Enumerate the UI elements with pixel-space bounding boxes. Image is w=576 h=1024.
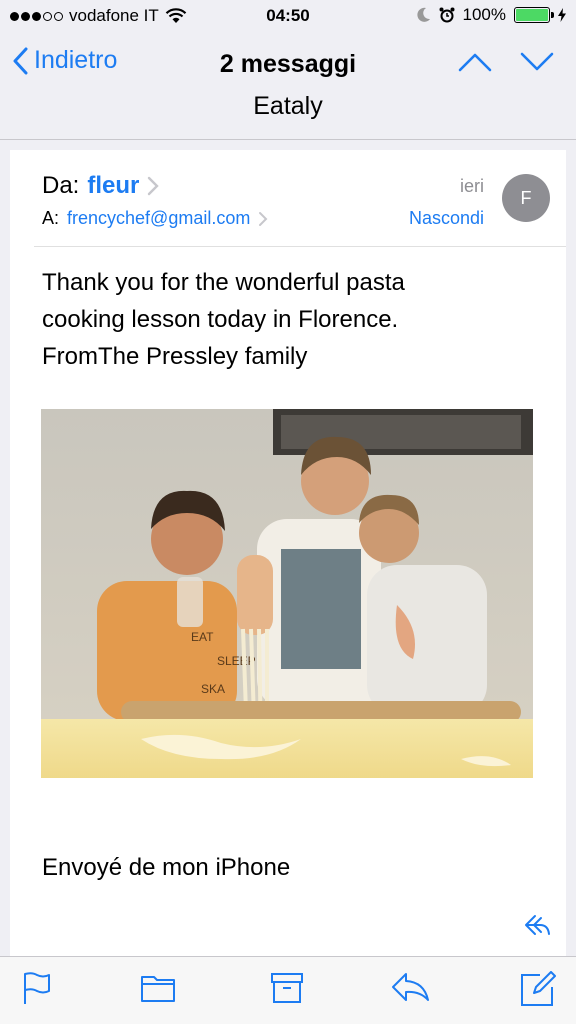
status-bar: vodafone IT 04:50 100% [0,0,576,34]
reply-button[interactable] [390,971,430,1003]
recipient-address[interactable]: frencychef@gmail.com [67,208,250,229]
flag-button[interactable] [22,971,52,1005]
moon-icon [416,7,431,23]
compose-icon [520,971,556,1007]
archive-icon [270,971,304,1005]
recipient-row[interactable]: A: frencychef@gmail.com [42,208,268,229]
navigation-bar: Indietro 2 messaggi Eataly [0,34,576,140]
folder-icon [140,971,176,1003]
charging-icon [558,8,566,22]
archive-button[interactable] [270,971,304,1005]
next-message-button[interactable] [520,52,554,72]
sender-row[interactable]: Da: fleur [42,172,160,200]
hide-details-button[interactable]: Nascondi [409,208,484,229]
sender-name[interactable]: fleur [87,172,139,200]
chevron-right-icon [147,176,160,196]
compose-button[interactable] [520,971,556,1007]
move-to-folder-button[interactable] [140,971,176,1003]
bottom-toolbar [0,956,576,1024]
shirt-print-text: EAT [191,630,214,644]
body-line: cooking lesson today in Florence. [42,306,399,333]
reply-icon[interactable] [524,914,552,936]
header-divider [34,246,566,247]
battery-percent: 100% [462,5,506,24]
reply-icon [390,971,430,1003]
body-line: Thank you for the wonderful pasta [42,269,405,296]
shirt-print-text: SLEEP [217,654,256,668]
alarm-icon [439,7,455,23]
previous-message-button[interactable] [458,52,492,72]
email-date: ieri [459,176,484,196]
page-title: Eataly [253,92,323,120]
shirt-print-text: SKA [201,682,225,696]
to-label: A: [42,208,60,228]
email-card: Da: fleur A: frencychef@gmail.com ieri N… [10,150,566,956]
email-photo[interactable]: EAT SLEEP SKA [41,409,533,778]
chevron-right-icon [258,211,268,227]
body-line: FromThe Pressley family [42,343,308,370]
battery-icon [514,7,554,23]
from-label: Da: [42,172,80,199]
avatar: F [502,174,550,222]
flag-icon [22,971,52,1005]
message-navigation [458,52,554,72]
email-signature: Envoyé de mon iPhone [42,854,291,881]
email-body: Thank you for the wonderful pasta cookin… [42,264,532,375]
status-right: 100% [416,5,566,25]
